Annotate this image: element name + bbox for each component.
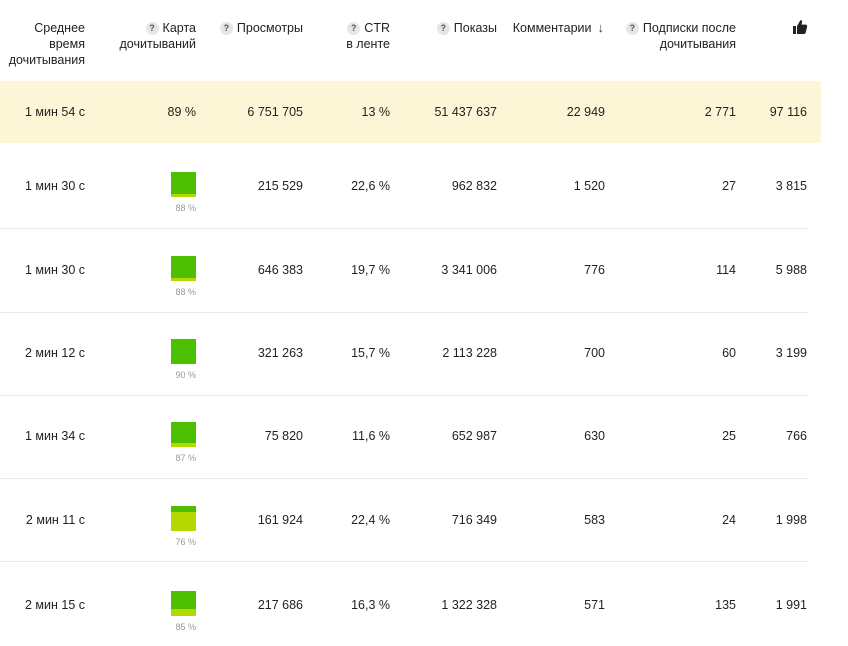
table-row[interactable]: 1 мин 34 с 87 % 75 820 11,6 % 652 987 63… [0,395,808,479]
col-comments[interactable]: Комментарии ↓ [510,20,606,36]
ctr-value: 11,6 % [352,429,390,443]
table-header: Среднее время дочитывания ? Карта дочитыв… [0,0,848,80]
table-row[interactable]: 1 мин 30 с 88 % 646 383 19,7 % 3 341 006… [0,229,808,313]
summary-impressions: 51 437 637 [434,105,497,119]
read-map-percent: 90 % [175,370,196,380]
subscriptions-value: 24 [722,513,736,527]
col-impressions[interactable]: ? Показы [400,20,497,36]
help-icon[interactable]: ? [625,22,639,35]
likes-value: 3 815 [775,179,807,193]
col-subscriptions[interactable]: ? Подписки после дочитывания [612,20,736,52]
ctr-value: 16,3 % [351,598,390,612]
impressions-value: 2 113 228 [442,346,497,360]
ctr-value: 19,7 % [351,263,390,277]
summary-subscriptions: 2 771 [704,105,736,119]
read-map-bar [171,506,196,531]
read-map-percent: 76 % [175,537,196,547]
read-map-percent: 85 % [175,622,196,632]
avg-read-time: 2 мин 12 с [24,346,85,360]
table-row[interactable]: 1 мин 30 с 88 % 215 529 22,6 % 962 832 1… [0,145,808,229]
comments-value: 776 [584,263,605,277]
avg-read-time: 1 мин 34 с [24,429,85,443]
read-map-bar [171,256,196,281]
help-icon[interactable]: ? [145,22,159,35]
summary-row: 1 мин 54 с 89 % 6 751 705 13 % 51 437 63… [0,81,821,143]
table-row[interactable]: 2 мин 11 с 76 % 161 924 22,4 % 716 349 5… [0,478,808,562]
summary-comments: 22 949 [566,105,605,119]
ctr-value: 22,4 % [351,513,390,527]
views-value: 321 263 [257,346,303,360]
summary-likes: 97 116 [769,105,807,119]
views-value: 215 529 [257,179,303,193]
views-value: 646 383 [257,263,303,277]
likes-value: 766 [786,429,807,443]
help-icon[interactable]: ? [347,22,361,35]
impressions-value: 962 832 [451,179,497,193]
help-icon[interactable]: ? [436,22,450,35]
views-value: 217 686 [257,598,303,612]
avg-read-time: 1 мин 30 с [24,179,85,193]
table-row[interactable]: 2 мин 15 с 85 % 217 686 16,3 % 1 322 328… [0,563,808,646]
subscriptions-value: 25 [722,429,736,443]
arrow-down-icon[interactable]: ↓ [598,20,605,36]
subscriptions-value: 114 [716,263,736,277]
views-value: 75 820 [264,429,303,443]
impressions-value: 3 341 006 [441,263,497,277]
table-row[interactable]: 2 мин 12 с 90 % 321 263 15,7 % 2 113 228… [0,312,808,396]
col-avg-read-time[interactable]: Среднее время дочитывания [0,20,85,68]
comments-value: 583 [584,513,605,527]
subscriptions-value: 135 [715,598,736,612]
read-map-bar [171,422,196,447]
comments-value: 1 520 [573,179,605,193]
impressions-value: 652 987 [451,429,497,443]
summary-ctr: 13 % [361,105,391,119]
thumbs-up-icon[interactable] [792,19,808,35]
summary-avg-time: 1 мин 54 с [24,105,85,119]
subscriptions-value: 60 [722,346,736,360]
col-read-map[interactable]: ? Карта дочитываний [110,20,197,52]
avg-read-time: 1 мин 30 с [24,263,85,277]
comments-value: 630 [584,429,605,443]
col-views[interactable]: ? Просмотры [200,20,303,36]
views-value: 161 924 [257,513,303,527]
likes-value: 1 998 [775,513,807,527]
likes-value: 3 199 [775,346,807,360]
impressions-value: 716 349 [451,513,497,527]
subscriptions-value: 27 [722,179,736,193]
comments-value: 700 [584,346,605,360]
summary-views: 6 751 705 [247,105,303,119]
read-map-bar [171,339,196,364]
read-map-percent: 88 % [175,287,196,297]
ctr-value: 22,6 % [351,179,390,193]
col-ctr[interactable]: ? CTR в ленте [320,20,390,52]
read-map-percent: 87 % [175,453,196,463]
comments-value: 571 [584,598,605,612]
likes-value: 1 991 [775,598,807,612]
read-map-bar [171,172,196,197]
impressions-value: 1 322 328 [441,598,497,612]
ctr-value: 15,7 % [351,346,390,360]
help-icon[interactable]: ? [219,22,233,35]
read-map-percent: 88 % [175,203,196,213]
read-map-bar [171,591,196,616]
avg-read-time: 2 мин 15 с [24,598,85,612]
likes-value: 5 988 [775,263,807,277]
avg-read-time: 2 мин 11 с [25,513,85,527]
summary-read-map: 89 % [167,105,197,119]
